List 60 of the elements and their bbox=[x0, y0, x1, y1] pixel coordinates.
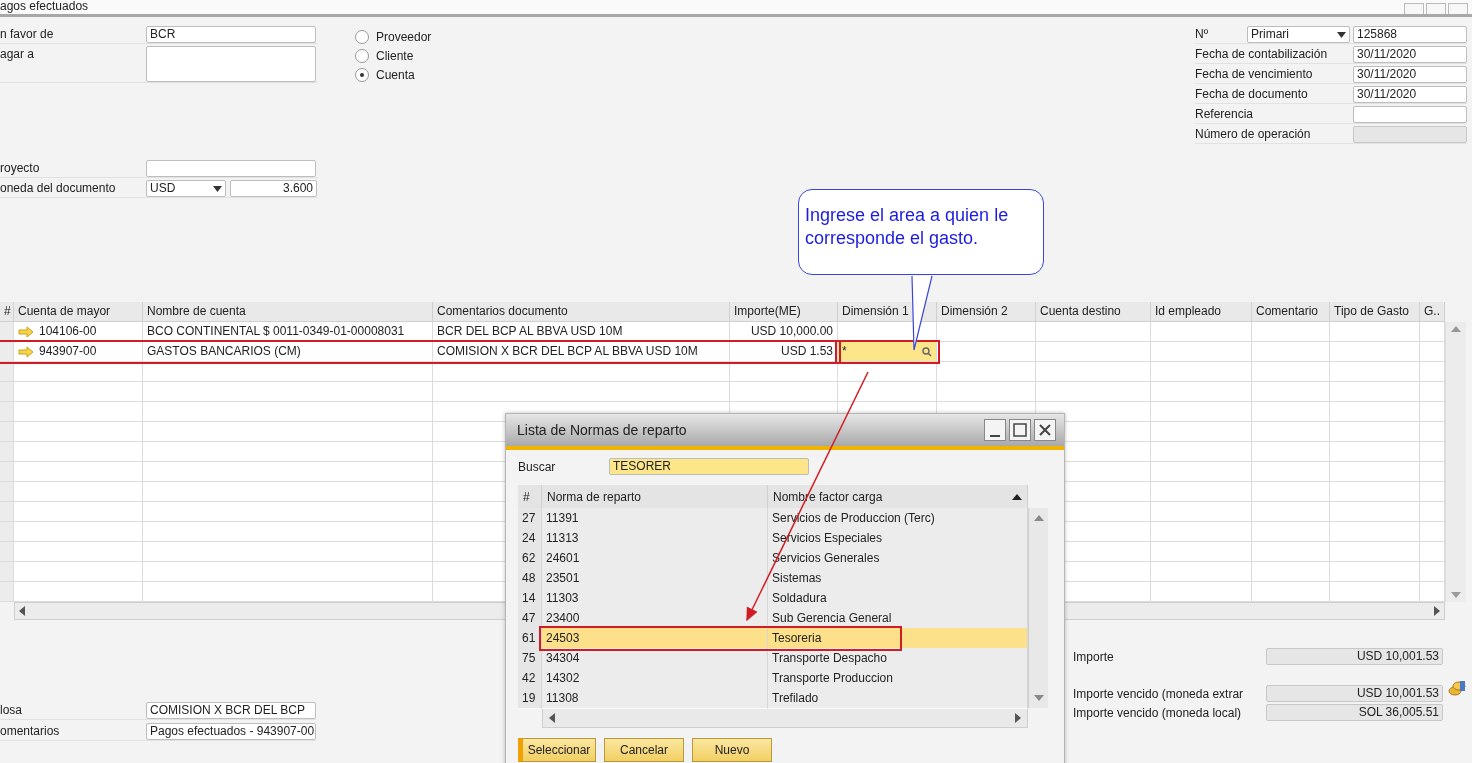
field-label: omentarios bbox=[0, 723, 61, 739]
table-cell: USD 1.53 bbox=[730, 342, 838, 362]
total-field: SOL 36,005.51 bbox=[1266, 704, 1443, 721]
table-cell: 11303 bbox=[546, 591, 579, 605]
table-cell: Sistemas bbox=[772, 571, 822, 585]
total-label: Importe vencido (moneda extrar bbox=[1073, 685, 1245, 702]
row-number: 19 bbox=[522, 691, 536, 705]
table-cell: 11313 bbox=[546, 531, 579, 545]
total-field: USD 10,001.53 bbox=[1266, 648, 1443, 665]
table-cell: USD 10,000.00 bbox=[730, 322, 838, 342]
table-cell: 11391 bbox=[546, 511, 579, 525]
row-number: 14 bbox=[522, 591, 536, 605]
table-cell: 23400 bbox=[546, 611, 580, 625]
table-cell: COMISION X BCR DEL BCP AL BBVA USD 10M bbox=[433, 342, 730, 362]
row-number: 62 bbox=[522, 551, 536, 565]
field-label: losa bbox=[0, 702, 23, 718]
table-cell: 11308 bbox=[546, 691, 579, 705]
row-number: 75 bbox=[522, 651, 536, 665]
row-number: 42 bbox=[522, 671, 536, 685]
field-label: Número de operación bbox=[1195, 126, 1312, 142]
table-cell: Tesoreria bbox=[772, 631, 822, 645]
field-label: royecto bbox=[0, 160, 41, 176]
dialog-title: Lista de Normas de reparto bbox=[517, 422, 687, 438]
field-label: Fecha de documento bbox=[1195, 86, 1309, 102]
radio-label: Proveedor bbox=[376, 30, 432, 44]
table-cell: BCR DEL BCP AL BBVA USD 10M bbox=[433, 322, 730, 342]
table-cell: Trefilado bbox=[772, 691, 819, 705]
field-label: Nº bbox=[1195, 26, 1210, 42]
row-number: 24 bbox=[522, 531, 536, 545]
table-cell: BCO CONTINENTAL $ 0011-0349-01-00008031 bbox=[143, 322, 433, 342]
table-cell: Soldadura bbox=[772, 591, 827, 605]
table-cell: 24601 bbox=[546, 551, 580, 565]
radio-label: Cliente bbox=[376, 49, 414, 63]
field-label: Referencia bbox=[1195, 106, 1255, 122]
row-number: 47 bbox=[522, 611, 536, 625]
row-number: 48 bbox=[522, 571, 536, 585]
field-label: Fecha de contabilización bbox=[1195, 46, 1329, 62]
table-cell: GASTOS BANCARIOS (CM) bbox=[143, 342, 433, 362]
total-label: Importe vencido (moneda local) bbox=[1073, 704, 1243, 721]
table-cell: Transporte Produccion bbox=[772, 671, 893, 685]
table-cell: 34304 bbox=[546, 651, 580, 665]
radio-label: Cuenta bbox=[376, 68, 415, 82]
total-label: Importe bbox=[1073, 648, 1115, 665]
field-label: Fecha de vencimiento bbox=[1195, 66, 1314, 82]
account-code: 104106-00 bbox=[39, 323, 97, 340]
field-label: n favor de bbox=[0, 26, 55, 42]
table-cell: 14302 bbox=[546, 671, 580, 685]
total-field: USD 10,001.53 bbox=[1266, 685, 1443, 702]
table-cell: Transporte Despacho bbox=[772, 651, 887, 665]
field-label: agar a bbox=[0, 46, 36, 62]
window-title: agos efectuados bbox=[0, 0, 89, 13]
account-code: 943907-00 bbox=[39, 343, 97, 360]
table-cell: Sub Gerencia General bbox=[772, 611, 892, 625]
callout: Ingrese el area a quien le corresponde el gasto. bbox=[798, 189, 1044, 275]
field-label: oneda del documento bbox=[0, 180, 117, 196]
row-number: 61 bbox=[522, 631, 536, 645]
table-cell: 24503 bbox=[546, 631, 580, 645]
field-label: Buscar bbox=[518, 458, 557, 475]
row-number: 27 bbox=[522, 511, 536, 525]
table-cell: 23501 bbox=[546, 571, 580, 585]
